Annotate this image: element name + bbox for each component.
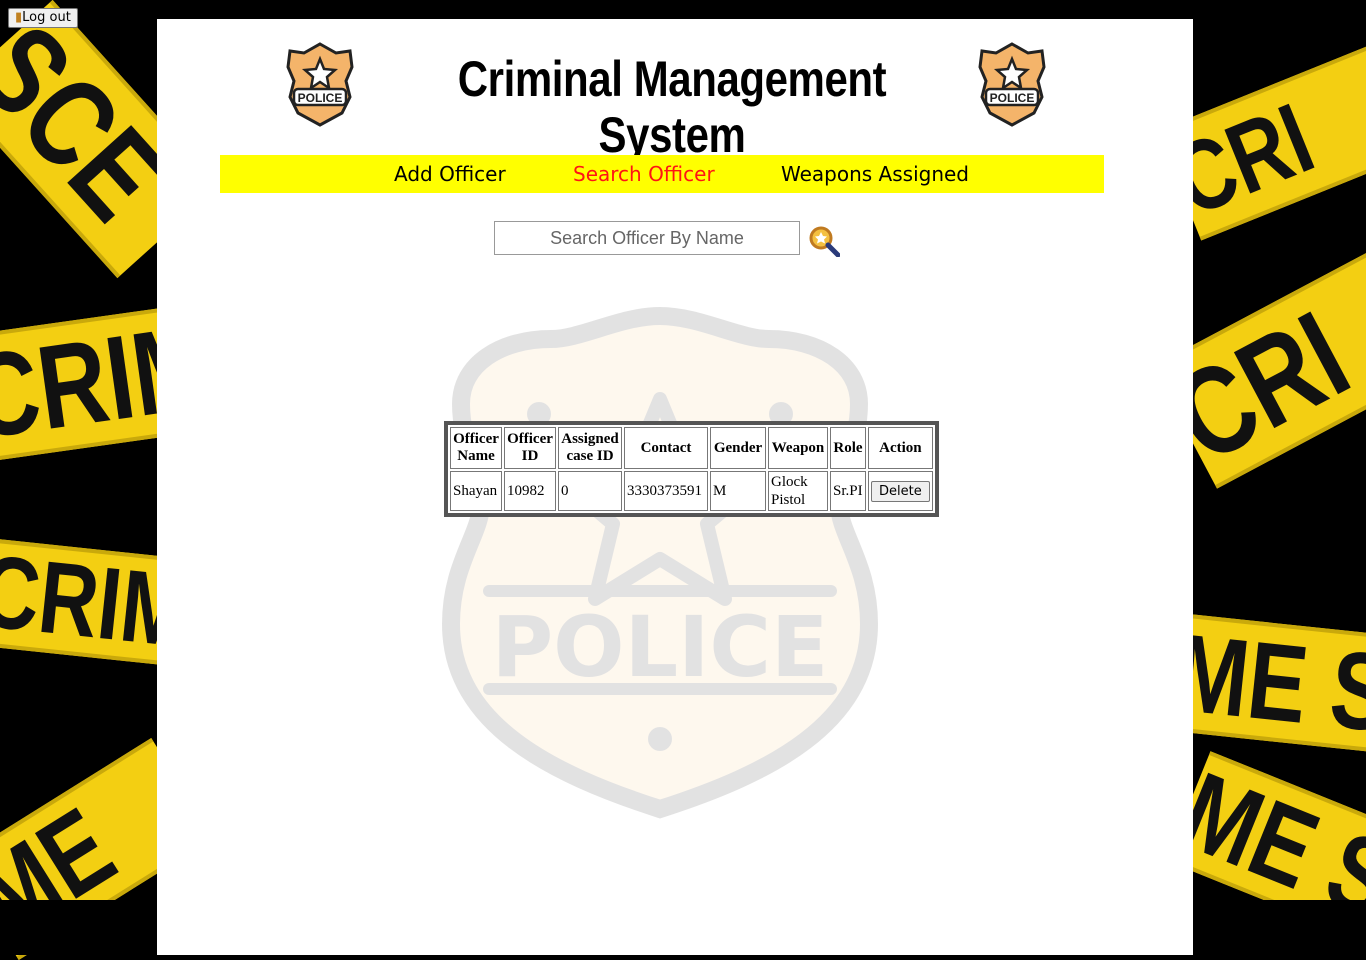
column-header: Action [868, 427, 933, 469]
main-panel: POLICE Criminal Management System POLICE… [157, 19, 1193, 955]
logout-button[interactable]: ▮Log out [8, 8, 78, 28]
nav-add-officer[interactable]: Add Officer [394, 162, 506, 186]
case-id-cell: 0 [558, 471, 622, 511]
page-title: Criminal Management System [457, 51, 887, 163]
officer-table: Officer Name Officer ID Assigned case ID… [444, 421, 939, 517]
contact-cell: 3330373591 [624, 471, 708, 511]
officer-id-cell: 10982 [504, 471, 556, 511]
column-header: Weapon [768, 427, 828, 469]
role-cell: Sr.PI [830, 471, 866, 511]
table-header-row: Officer Name Officer ID Assigned case ID… [450, 427, 933, 469]
header: POLICE Criminal Management System POLICE [282, 39, 1052, 163]
police-badge-icon: POLICE [286, 42, 354, 127]
officer-name-cell: Shayan [450, 471, 502, 511]
action-cell: Delete [868, 471, 933, 511]
nav-search-officer[interactable]: Search Officer [573, 162, 715, 186]
column-header: Contact [624, 427, 708, 469]
weapon-cell: Glock Pistol [768, 471, 828, 511]
watermark-text: POLICE [492, 598, 829, 696]
search-bar [494, 221, 840, 257]
police-badge-icon: POLICE [978, 42, 1046, 127]
nav-bar: Add Officer Search Officer Weapons Assig… [220, 155, 1104, 193]
gender-cell: M [710, 471, 766, 511]
column-header: Role [830, 427, 866, 469]
badge-text: POLICE [990, 91, 1035, 105]
column-header: Assigned case ID [558, 427, 622, 469]
nav-weapons-assigned[interactable]: Weapons Assigned [781, 162, 969, 186]
badge-text: POLICE [298, 91, 343, 105]
column-header: Officer Name [450, 427, 502, 469]
police-watermark: POLICE [441, 306, 879, 819]
delete-button[interactable]: Delete [871, 480, 930, 502]
column-header: Gender [710, 427, 766, 469]
column-header: Officer ID [504, 427, 556, 469]
search-input[interactable] [494, 221, 800, 255]
search-icon[interactable] [808, 225, 840, 257]
table-row: Shayan 10982 0 3330373591 M Glock Pistol… [450, 471, 933, 511]
tape-strip: ME SC [1169, 613, 1366, 755]
